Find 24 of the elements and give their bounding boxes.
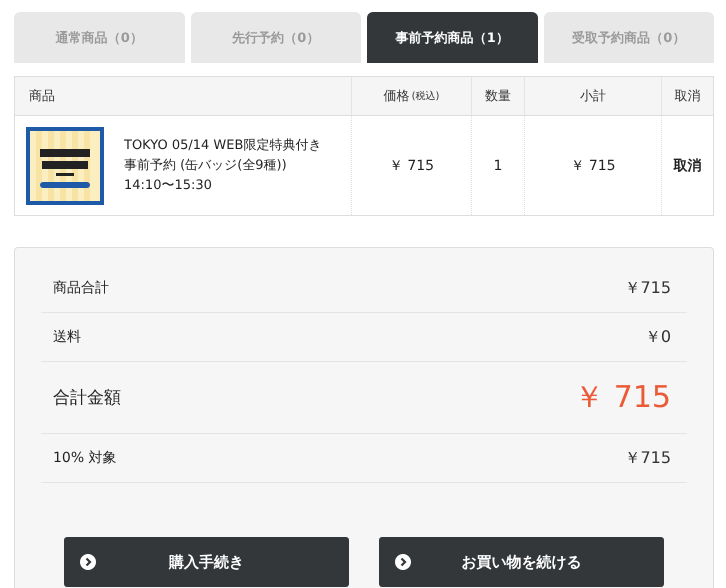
column-title: 商品 (29, 88, 55, 105)
arrow-circle-icon (80, 554, 96, 570)
continue-shopping-button[interactable]: お買い物を続ける (379, 537, 664, 587)
summary-label: 10% 対象 (53, 449, 117, 467)
summary-label: 送料 (53, 328, 81, 346)
column-title: 小計 (580, 88, 606, 105)
checkout-button[interactable]: 購入手続き (64, 537, 349, 587)
quantity-cell: 1 (471, 116, 524, 215)
summary-label: 商品合計 (53, 279, 109, 297)
cancel-link[interactable]: 取消 (661, 116, 713, 215)
product-name: TOKYO 05/14 WEB限定特典付き事前予約 (缶バッジ(全9種)) 14:10〜15:30 (124, 136, 322, 194)
column-title: 数量 (485, 88, 511, 105)
arrow-circle-icon (395, 554, 411, 570)
total-amount: ￥ 715 (574, 379, 671, 417)
summary-value: ￥715 (624, 448, 671, 468)
tax-note: (税込) (412, 90, 440, 103)
summary-label: 合計金額 (53, 387, 121, 409)
column-title: 取消 (674, 88, 700, 105)
subtotal-cell: ￥ 715 (524, 116, 661, 215)
column-title: 価格 (384, 88, 410, 105)
summary-value: ￥715 (624, 278, 671, 298)
price-cell: ￥ 715 (351, 116, 471, 215)
tab[interactable]: 事前予約商品（1） (367, 12, 538, 63)
summary-value: ￥0 (644, 326, 671, 348)
